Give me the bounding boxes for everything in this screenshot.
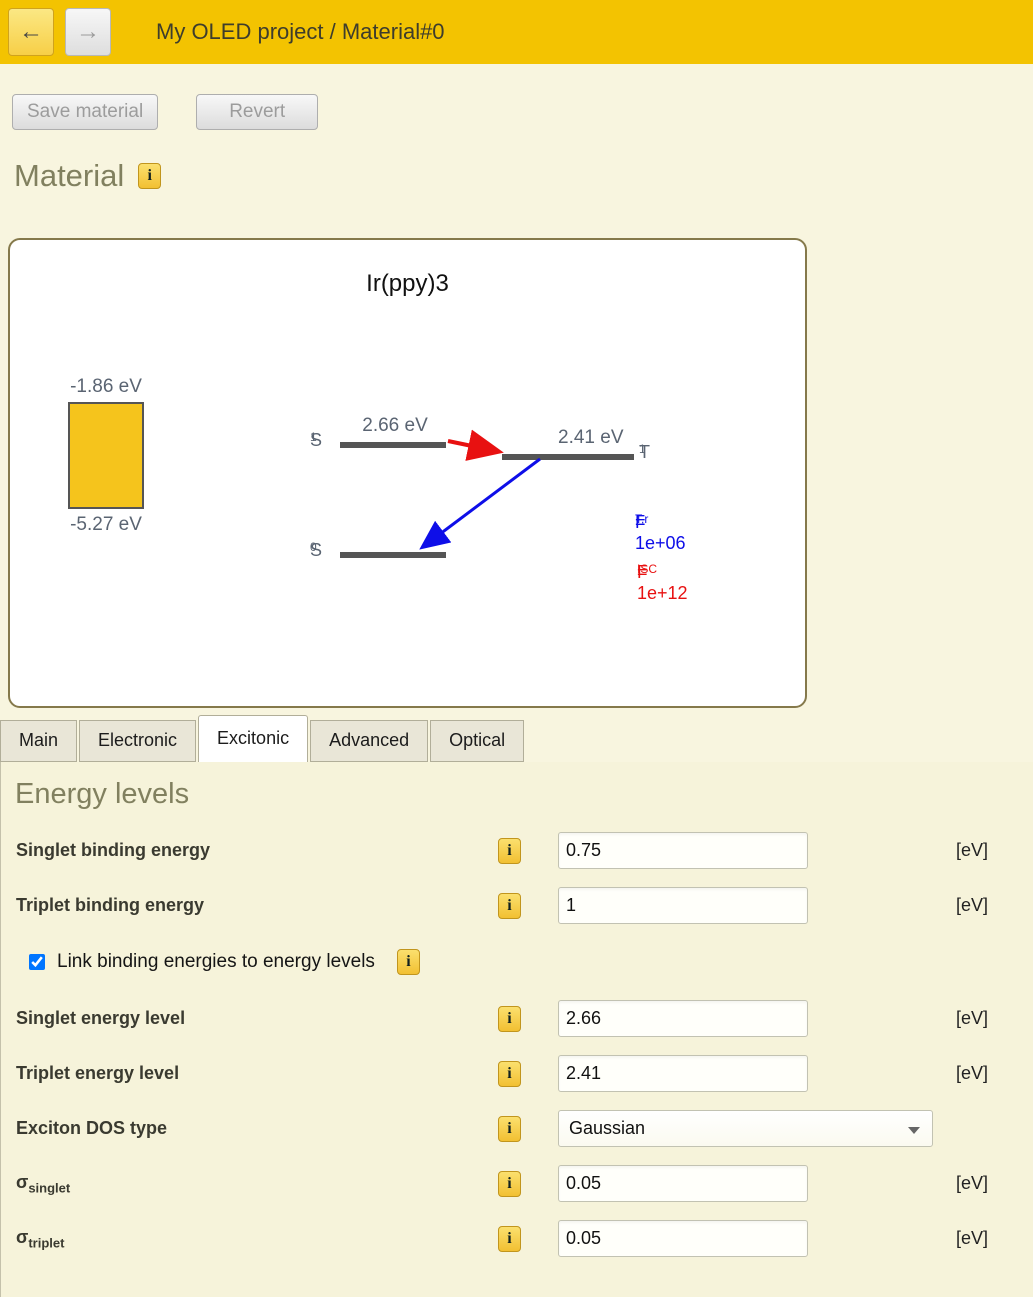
sigma-singlet-input[interactable] [558,1165,808,1202]
triplet-level-input[interactable] [558,1055,808,1092]
triplet-binding-info-icon[interactable]: i [498,893,521,919]
tab-excitonic[interactable]: Excitonic [198,715,308,762]
triplet-level-unit: [eV] [934,1063,1033,1084]
triplet-level-label: Triplet energy level [16,1063,498,1084]
transition-arrows [10,240,809,710]
triplet-level-row: Triplet energy level i [eV] [1,1046,1033,1101]
title-bar: ← → My OLED project / Material#0 [0,0,1033,64]
isc-arrow [448,441,496,451]
link-binding-checkbox[interactable] [29,954,45,970]
back-arrow-icon: ← [19,18,43,46]
singlet-binding-info-icon[interactable]: i [498,838,521,864]
sigma-triplet-label: σtriplet [16,1227,498,1251]
sigma-singlet-unit: [eV] [934,1173,1033,1194]
triplet-level-info-icon[interactable]: i [498,1061,521,1087]
sigma-triplet-row: σtriplet i [eV] [1,1211,1033,1266]
back-button[interactable]: ← [8,8,54,56]
tab-advanced[interactable]: Advanced [310,720,428,762]
dos-type-row: Exciton DOS type i Gaussian [1,1101,1033,1156]
tab-main[interactable]: Main [0,720,77,762]
singlet-binding-row: Singlet binding energy i [eV] [1,823,1033,878]
forward-arrow-icon: → [76,18,100,46]
breadcrumb-title: My OLED project / Material#0 [156,19,445,45]
singlet-binding-input[interactable] [558,832,808,869]
singlet-level-row: Singlet energy level i [eV] [1,991,1033,1046]
excitonic-tab-content: Energy levels Singlet binding energy i [… [0,762,1033,1297]
material-heading-row: Material i [0,130,1033,194]
sigma-triplet-info-icon[interactable]: i [498,1226,521,1252]
singlet-level-input[interactable] [558,1000,808,1037]
material-heading: Material [14,158,124,194]
singlet-level-info-icon[interactable]: i [498,1006,521,1032]
save-material-button[interactable]: Save material [12,94,158,130]
sigma-singlet-info-icon[interactable]: i [498,1171,521,1197]
revert-button[interactable]: Revert [196,94,318,130]
sigma-triplet-input[interactable] [558,1220,808,1257]
link-binding-label: Link binding energies to energy levels [57,951,375,973]
forward-button[interactable]: → [65,8,111,56]
sigma-triplet-unit: [eV] [934,1228,1033,1249]
toolbar: Save material Revert [0,64,1033,130]
singlet-binding-unit: [eV] [934,840,1033,861]
singlet-binding-label: Singlet binding energy [16,840,498,861]
triplet-binding-row: Triplet binding energy i [eV] [1,878,1033,933]
material-info-icon[interactable]: i [138,163,161,189]
sigma-singlet-label: σsinglet [16,1172,498,1196]
dos-type-selected-value: Gaussian [569,1118,645,1139]
material-tabs: Main Electronic Excitonic Advanced Optic… [0,716,526,762]
tab-optical[interactable]: Optical [430,720,524,762]
dos-type-select[interactable]: Gaussian [558,1110,933,1147]
chevron-down-icon [908,1127,920,1134]
triplet-binding-label: Triplet binding energy [16,895,498,916]
link-binding-info-icon[interactable]: i [397,949,420,975]
dos-type-label: Exciton DOS type [16,1118,498,1139]
dos-type-info-icon[interactable]: i [498,1116,521,1142]
energy-levels-heading: Energy levels [1,762,1033,823]
triplet-binding-input[interactable] [558,887,808,924]
singlet-level-unit: [eV] [934,1008,1033,1029]
energy-diagram-panel: Ir(ppy)3 -1.86 eV -5.27 eV S1 T1 S0 2.66… [8,238,807,708]
sigma-singlet-row: σsinglet i [eV] [1,1156,1033,1211]
radiative-arrow [424,459,540,546]
singlet-level-label: Singlet energy level [16,1008,498,1029]
tab-electronic[interactable]: Electronic [79,720,196,762]
link-binding-row: Link binding energies to energy levels i [1,933,1033,991]
triplet-binding-unit: [eV] [934,895,1033,916]
